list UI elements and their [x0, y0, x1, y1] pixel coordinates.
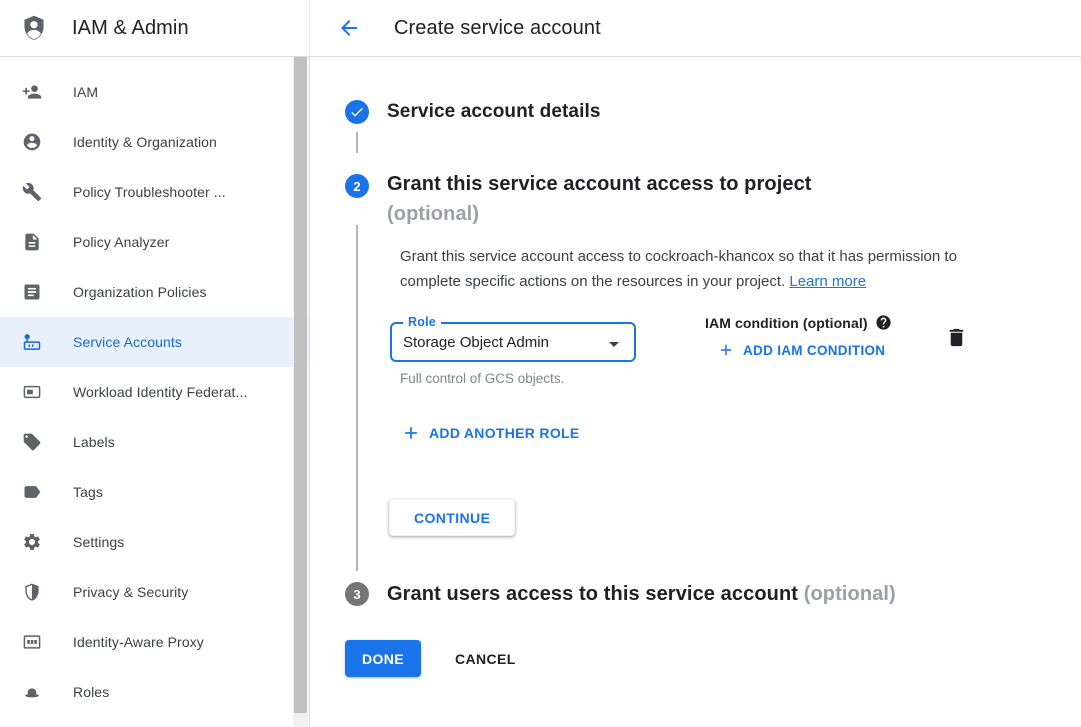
sidebar-item-policy-analyzer[interactable]: Policy Analyzer [0, 217, 309, 267]
sidebar-item-roles[interactable]: Roles [0, 667, 309, 717]
sidebar-item-identity-aware-proxy[interactable]: Identity-Aware Proxy [0, 617, 309, 667]
page-title: Create service account [394, 17, 601, 40]
sidebar-item-label: Identity & Organization [73, 134, 217, 150]
sidebar-item-label: Service Accounts [73, 334, 182, 350]
step2-title-text: Grant this service account access to pro… [387, 169, 812, 199]
sidebar-item-settings[interactable]: Settings [0, 517, 309, 567]
badge-card-icon [22, 382, 42, 402]
sidebar-item-label: Policy Troubleshooter ... [73, 184, 226, 200]
check-icon [349, 104, 365, 120]
page-header: Create service account [310, 0, 1081, 56]
sidebar-item-label: Labels [73, 434, 115, 450]
document-lines-icon [22, 282, 42, 302]
sidebar-item-tags[interactable]: Tags [0, 467, 309, 517]
person-add-icon [22, 82, 42, 102]
step2-optional-label: (optional) [387, 199, 812, 229]
sidebar-item-policy-troubleshooter[interactable]: Policy Troubleshooter ... [0, 167, 309, 217]
step1-complete-icon [345, 100, 369, 124]
sidebar-item-label: Tags [73, 484, 103, 500]
add-iam-condition-button[interactable]: ADD IAM CONDITION [717, 341, 885, 359]
gear-icon [22, 532, 42, 552]
role-selected-value: Storage Object Admin [403, 334, 549, 351]
sidebar-item-organization-policies[interactable]: Organization Policies [0, 267, 309, 317]
step3-title-text: Grant users access to this service accou… [387, 583, 798, 605]
create-service-account-screen: IAM & Admin Create service account IAM I… [0, 0, 1081, 727]
iam-condition-header: IAM condition (optional) [705, 314, 892, 331]
step2-number: 2 [353, 179, 360, 194]
add-iam-condition-label: ADD IAM CONDITION [743, 343, 885, 358]
continue-button[interactable]: CONTINUE [389, 499, 515, 536]
sidebar-nav-list: IAM Identity & Organization Policy Troub… [0, 57, 309, 717]
dropdown-arrow-icon [602, 332, 626, 356]
step2-title: Grant this service account access to pro… [387, 169, 812, 229]
sidebar-item-workload-identity-federation[interactable]: Workload Identity Federat... [0, 367, 309, 417]
step3-optional-label: (optional) [804, 583, 896, 605]
sidebar-scrollbar-track [293, 57, 308, 727]
help-icon[interactable] [875, 314, 892, 331]
plus-icon [717, 341, 735, 359]
iam-condition-label: IAM condition (optional) [705, 315, 868, 331]
role-select[interactable]: Role Storage Object Admin [390, 322, 636, 362]
wrench-icon [22, 182, 42, 202]
proxy-grid-icon [22, 632, 42, 652]
sidebar: IAM Identity & Organization Policy Troub… [0, 57, 310, 727]
main-content: Service account details 2 Grant this ser… [310, 57, 1081, 727]
step-connector [356, 225, 358, 571]
step2-description: Grant this service account access to coc… [400, 244, 994, 294]
sidebar-item-label: Privacy & Security [73, 584, 188, 600]
delete-role-button[interactable] [945, 326, 969, 350]
step3-number-badge: 3 [345, 582, 369, 606]
learn-more-link[interactable]: Learn more [789, 273, 866, 290]
step3-number: 3 [353, 587, 360, 602]
sidebar-item-label: IAM [73, 84, 98, 100]
sidebar-item-label: Policy Analyzer [73, 234, 169, 250]
half-shield-icon [22, 582, 42, 602]
tag-arrow-icon [22, 482, 42, 502]
sidebar-item-service-accounts[interactable]: Service Accounts [0, 317, 309, 367]
sidebar-item-label: Identity-Aware Proxy [73, 634, 204, 650]
price-tag-icon [22, 432, 42, 452]
sidebar-item-label: Roles [73, 684, 109, 700]
trash-icon [945, 326, 968, 349]
app-header: IAM & Admin [0, 0, 310, 56]
person-circle-icon [22, 132, 42, 152]
add-another-role-button[interactable]: ADD ANOTHER ROLE [401, 423, 580, 443]
robot-icon [22, 332, 42, 352]
sidebar-scrollbar-thumb[interactable] [294, 57, 307, 713]
sidebar-item-label: Settings [73, 534, 124, 550]
document-gear-icon [22, 232, 42, 252]
iam-shield-icon [20, 13, 48, 43]
plus-icon [401, 423, 421, 443]
step2-description-text: Grant this service account access to coc… [400, 248, 957, 290]
app-title: IAM & Admin [72, 17, 189, 40]
sidebar-item-iam[interactable]: IAM [0, 67, 309, 117]
sidebar-item-label: Workload Identity Federat... [73, 384, 248, 400]
hat-icon [22, 682, 42, 702]
add-another-role-label: ADD ANOTHER ROLE [429, 425, 580, 441]
role-field-label: Role [403, 315, 441, 329]
step-connector [356, 132, 358, 153]
sidebar-item-identity-organization[interactable]: Identity & Organization [0, 117, 309, 167]
sidebar-item-labels[interactable]: Labels [0, 417, 309, 467]
sidebar-item-label: Organization Policies [73, 284, 207, 300]
step2-number-badge: 2 [345, 174, 369, 198]
role-helper-text: Full control of GCS objects. [400, 371, 564, 386]
done-button[interactable]: DONE [345, 640, 421, 677]
sidebar-item-privacy-security[interactable]: Privacy & Security [0, 567, 309, 617]
step3-title: Grant users access to this service accou… [387, 583, 896, 606]
top-header: IAM & Admin Create service account [0, 0, 1081, 57]
cancel-button[interactable]: CANCEL [443, 640, 528, 677]
back-arrow-icon[interactable] [337, 16, 361, 40]
step1-title: Service account details [387, 101, 601, 123]
